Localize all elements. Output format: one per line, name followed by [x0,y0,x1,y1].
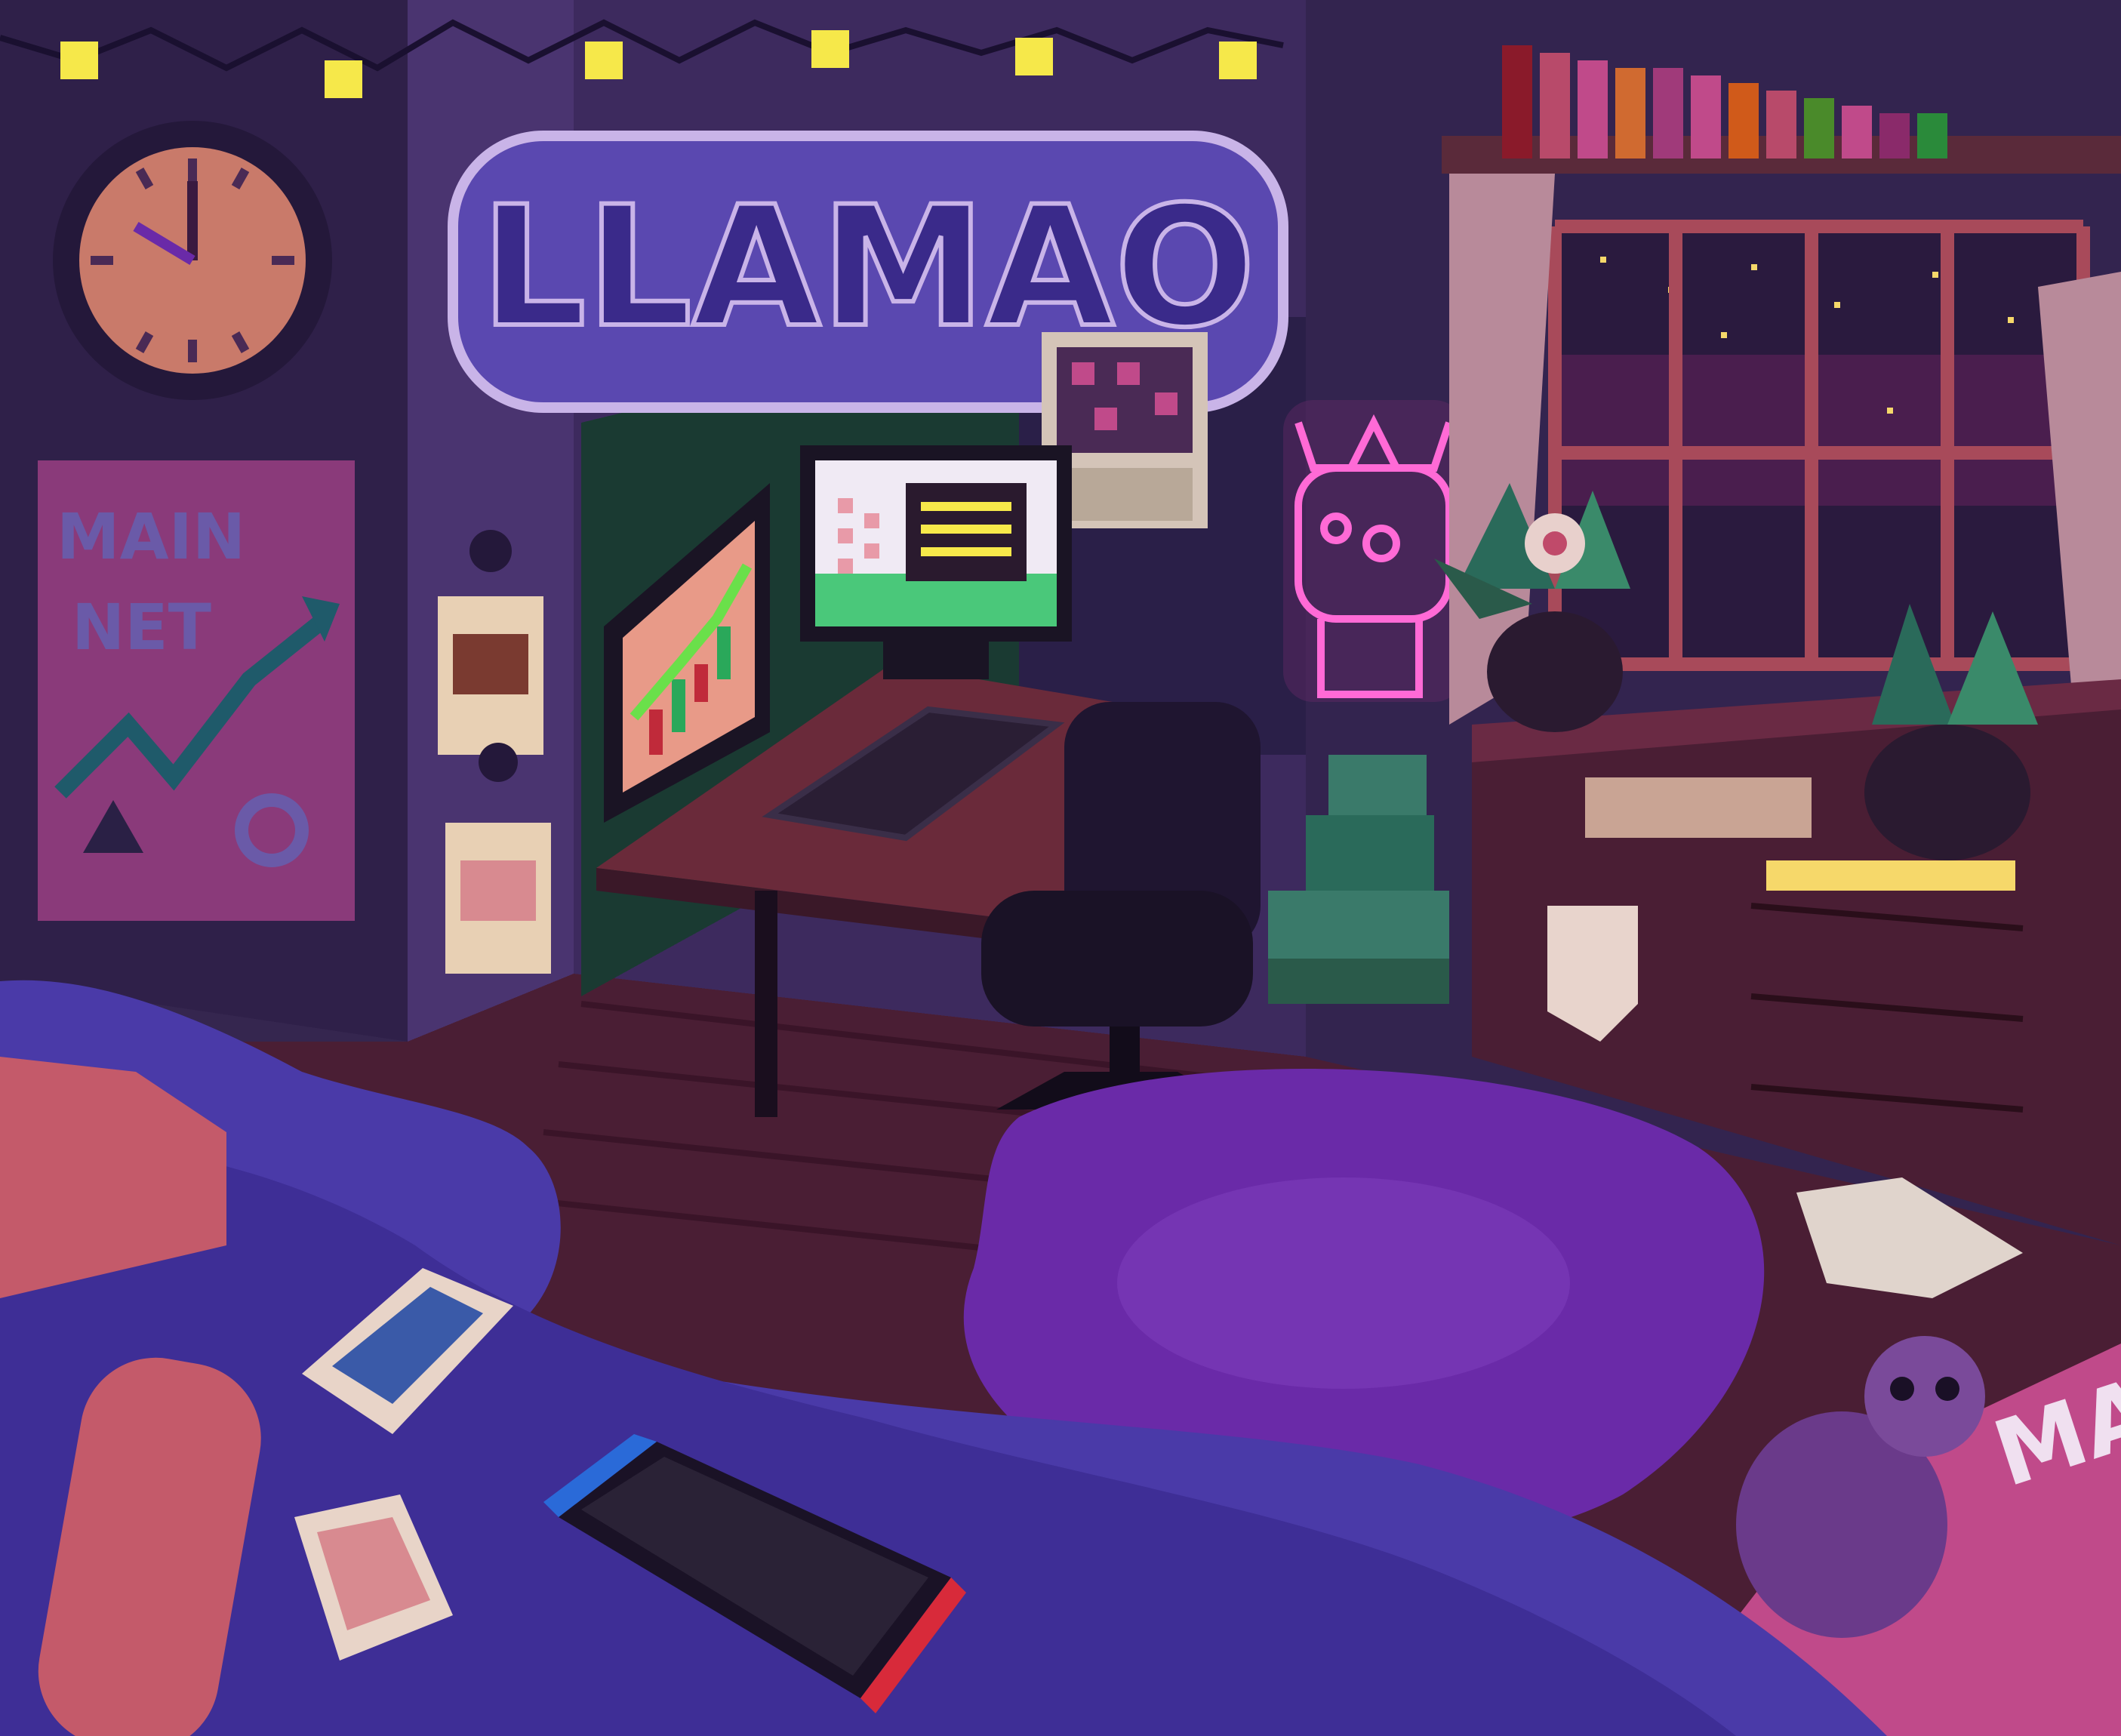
dialog-window-icon [906,483,1027,581]
wall-clock-icon [53,121,332,400]
poster-line1: MAIN [57,500,245,574]
rug-highlight [1117,1177,1570,1389]
pinned-photos [438,530,551,974]
bedroom-scene: MAIN NET LLAMAO MAIN [0,0,2121,1736]
poster-line2: NET [72,590,211,664]
poster: MAIN NET [38,460,355,921]
neon-llama-sign [1283,400,1464,702]
